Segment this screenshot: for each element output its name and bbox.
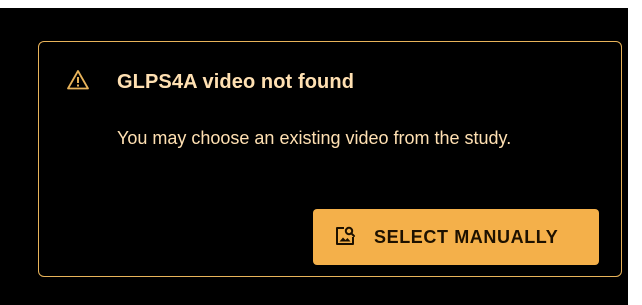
warning-triangle-icon — [67, 70, 89, 90]
select-manually-button[interactable]: SELECT MANUALLY — [313, 209, 599, 265]
select-manually-label: SELECT MANUALLY — [374, 227, 559, 247]
alert-message: You may choose an existing video from th… — [117, 128, 512, 148]
warning-alert: GLPS4A video not found You may choose an… — [38, 41, 622, 277]
alert-title: GLPS4A video not found — [117, 71, 355, 93]
dialog-panel: GLPS4A video not found You may choose an… — [0, 8, 628, 305]
image-search-icon — [336, 226, 355, 245]
